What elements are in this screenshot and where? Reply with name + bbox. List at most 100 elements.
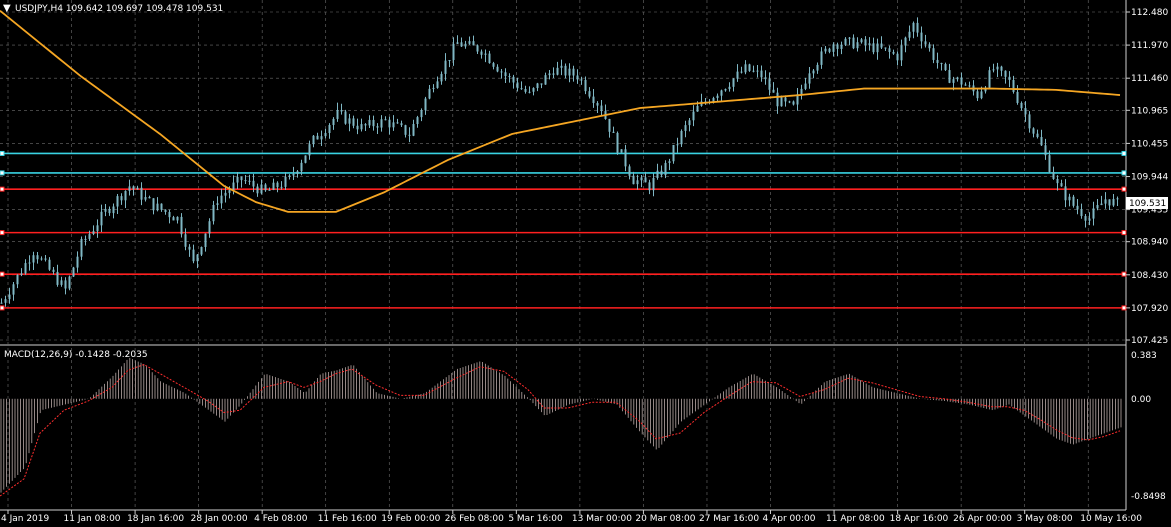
candle-body — [904, 37, 907, 46]
candle-body — [12, 284, 15, 295]
candle-body — [860, 39, 863, 43]
level-handle[interactable] — [0, 230, 5, 236]
candle-body — [1056, 178, 1059, 184]
candle-body — [396, 122, 399, 124]
candle-body — [912, 22, 915, 32]
macd-tick-label: 0.383 — [1131, 351, 1157, 361]
candle-body — [784, 97, 787, 102]
candle-body — [28, 262, 31, 264]
candle-body — [752, 70, 755, 72]
candle-body — [116, 196, 119, 207]
candle-body — [224, 192, 227, 196]
candle-body — [172, 217, 175, 221]
candle-body — [68, 276, 71, 289]
candle-body — [152, 198, 155, 211]
candle-body — [940, 62, 943, 65]
macd-tick-label: -0.8498 — [1131, 492, 1166, 502]
level-handle[interactable] — [1121, 271, 1127, 277]
price-tick-label: 110.455 — [1131, 139, 1168, 149]
candle-body — [804, 83, 807, 89]
candle-body — [660, 170, 663, 176]
level-handle[interactable] — [0, 186, 5, 192]
candle-body — [876, 43, 879, 53]
candle-body — [8, 294, 11, 300]
time-tick-label: 27 Mar 16:00 — [699, 514, 759, 524]
candle-body — [644, 177, 647, 183]
candle-body — [416, 117, 419, 125]
candle-body — [980, 91, 983, 99]
candle-body — [508, 76, 511, 78]
level-handle[interactable] — [0, 305, 5, 311]
candle-body — [380, 119, 383, 128]
candle-body — [0, 302, 3, 304]
candle-body — [400, 123, 403, 126]
candle-body — [288, 175, 291, 177]
candle-body — [988, 70, 991, 88]
trading-chart[interactable]: 112.480 111.970 111.460 110.965 110.455 109.9… — [0, 0, 1171, 527]
candle-body — [932, 48, 935, 60]
level-handle[interactable] — [0, 170, 5, 176]
candle-body — [412, 124, 415, 136]
candle-body — [256, 186, 259, 194]
candle-body — [836, 44, 839, 49]
candle-body — [40, 258, 43, 260]
candle-body — [360, 124, 363, 130]
candle-body — [376, 126, 379, 128]
candle-body — [668, 161, 671, 163]
candle-body — [1104, 199, 1107, 204]
candle-body — [736, 71, 739, 79]
level-handle[interactable] — [0, 271, 5, 277]
candle-body — [1000, 66, 1003, 71]
candle-body — [1068, 196, 1071, 201]
level-handle[interactable] — [0, 150, 5, 156]
candle-body — [1008, 76, 1011, 80]
current-price-label: 109.531 — [1129, 199, 1166, 209]
candle-body — [160, 203, 163, 210]
candle-body — [948, 70, 951, 83]
candle-body — [144, 196, 147, 200]
candle-body — [1100, 203, 1103, 206]
time-tick-label: 4 Feb 08:00 — [254, 514, 308, 524]
candle-body — [208, 221, 211, 234]
candle-body — [688, 120, 691, 126]
candle-body — [820, 51, 823, 65]
candle-body — [620, 149, 623, 153]
candle-body — [132, 186, 135, 190]
level-handle[interactable] — [1121, 305, 1127, 311]
candle-body — [580, 79, 583, 81]
level-handle[interactable] — [1121, 170, 1127, 176]
candle-body — [312, 135, 315, 145]
candle-body — [296, 171, 299, 174]
candle-body — [212, 204, 215, 222]
candle-body — [320, 136, 323, 140]
candle-body — [20, 273, 23, 275]
candle-body — [588, 91, 591, 97]
candle-body — [852, 37, 855, 49]
candle-body — [432, 87, 435, 89]
candle-body — [272, 182, 275, 190]
candle-body — [536, 83, 539, 89]
level-handle[interactable] — [1121, 230, 1127, 236]
candle-body — [1012, 79, 1015, 92]
candle-body — [140, 187, 143, 200]
candle-body — [556, 67, 559, 75]
candle-body — [864, 39, 867, 46]
candle-body — [720, 90, 723, 96]
level-handle[interactable] — [1121, 150, 1127, 156]
candle-body — [216, 203, 219, 205]
candle-body — [596, 103, 599, 106]
candle-body — [484, 53, 487, 55]
candle-body — [528, 91, 531, 93]
candle-body — [348, 118, 351, 124]
price-tick-label: 107.425 — [1131, 336, 1168, 346]
candle-body — [640, 177, 643, 181]
candle-body — [192, 249, 195, 262]
candle-body — [292, 173, 295, 176]
collapse-arrow-icon[interactable]: ▼ — [3, 3, 11, 14]
candle-body — [388, 119, 391, 128]
level-handle[interactable] — [1121, 186, 1127, 192]
candle-body — [456, 42, 459, 44]
candle-body — [744, 64, 747, 73]
candle-body — [540, 83, 543, 85]
candle-body — [1108, 199, 1111, 206]
